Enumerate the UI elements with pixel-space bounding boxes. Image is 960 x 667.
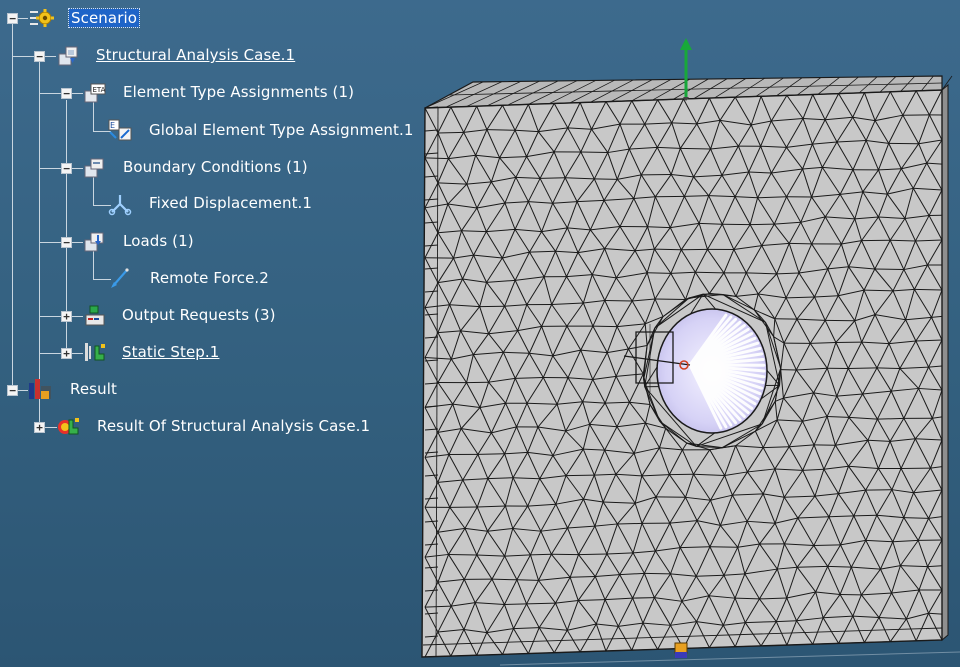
compass-icon[interactable]	[674, 642, 688, 658]
plate-side-face	[941, 83, 949, 642]
ground-line	[499, 651, 960, 666]
3d-viewport[interactable]	[0, 0, 960, 667]
